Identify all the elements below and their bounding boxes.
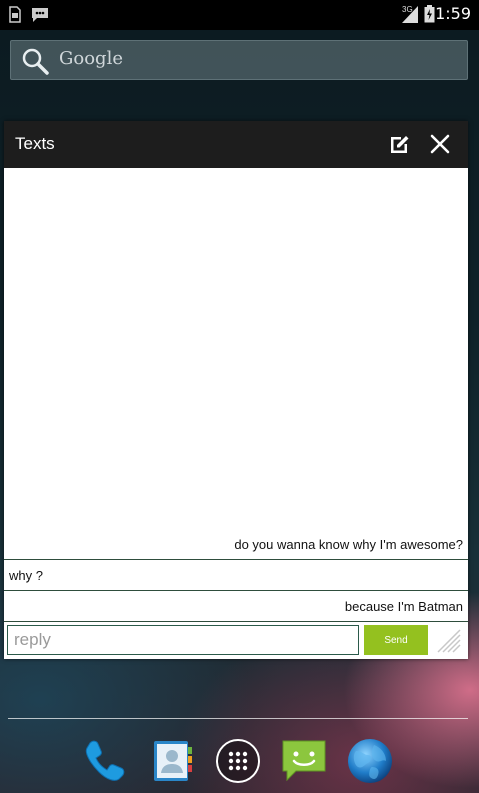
message-item: because I'm Batman bbox=[4, 592, 468, 622]
message-text: why ? bbox=[9, 568, 43, 583]
message-text: do you wanna know why I'm awesome? bbox=[234, 537, 463, 552]
popup-header: Texts bbox=[4, 121, 468, 168]
compose-icon[interactable] bbox=[388, 132, 412, 156]
signal-icon bbox=[402, 6, 418, 23]
message-divider bbox=[4, 621, 468, 622]
texts-popup: Texts do you wanna know why I'm awesome?… bbox=[4, 121, 468, 659]
message-divider bbox=[4, 559, 468, 560]
contacts-icon[interactable] bbox=[148, 737, 196, 785]
status-bar: 3G 1:59 bbox=[0, 0, 479, 30]
send-button[interactable]: Send bbox=[364, 625, 428, 655]
message-item: do you wanna know why I'm awesome? bbox=[4, 530, 468, 560]
phone-icon[interactable] bbox=[82, 737, 130, 785]
google-search-bar[interactable]: Google bbox=[10, 40, 468, 80]
message-item: why ? bbox=[4, 561, 468, 591]
messaging-icon[interactable] bbox=[280, 737, 328, 785]
search-icon bbox=[22, 48, 49, 75]
message-divider bbox=[4, 590, 468, 591]
reply-input[interactable] bbox=[7, 625, 359, 655]
app-drawer-icon[interactable] bbox=[214, 737, 262, 785]
resize-grip-icon[interactable] bbox=[432, 624, 462, 656]
clock: 1:59 bbox=[435, 4, 471, 23]
search-label: Google bbox=[59, 48, 123, 69]
popup-title: Texts bbox=[15, 134, 55, 153]
dock-divider bbox=[8, 718, 468, 719]
sd-card-icon bbox=[9, 6, 21, 23]
battery-icon bbox=[424, 5, 435, 23]
message-text: because I'm Batman bbox=[344, 599, 463, 614]
sms-notification-icon bbox=[32, 8, 48, 22]
close-icon[interactable] bbox=[428, 132, 452, 156]
browser-icon[interactable] bbox=[346, 737, 394, 785]
